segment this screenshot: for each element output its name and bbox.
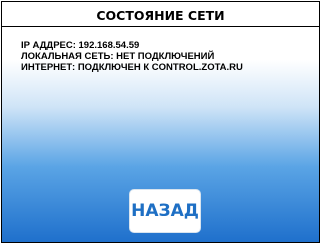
page-title: СОСТОЯНИЕ СЕТИ [96, 8, 225, 23]
title-divider [2, 26, 319, 27]
network-info-panel: IP АДДРЕС: 192.168.54.59 ЛОКАЛЬНАЯ СЕТЬ:… [21, 40, 243, 73]
ip-address-text: IP АДДРЕС: 192.168.54.59 [21, 40, 140, 51]
network-status-screen: СОСТОЯНИЕ СЕТИ IP АДДРЕС: 192.168.54.59 … [1, 1, 320, 243]
internet-status-text: ИНТЕРНЕТ: ПОДКЛЮЧЕН К CONTROL.ZOTA.RU [21, 62, 243, 73]
back-button[interactable]: НАЗАД [129, 189, 201, 233]
local-network-status-text: ЛОКАЛЬНАЯ СЕТЬ: НЕТ ПОДКЛЮЧЕНИЙ [21, 51, 215, 62]
